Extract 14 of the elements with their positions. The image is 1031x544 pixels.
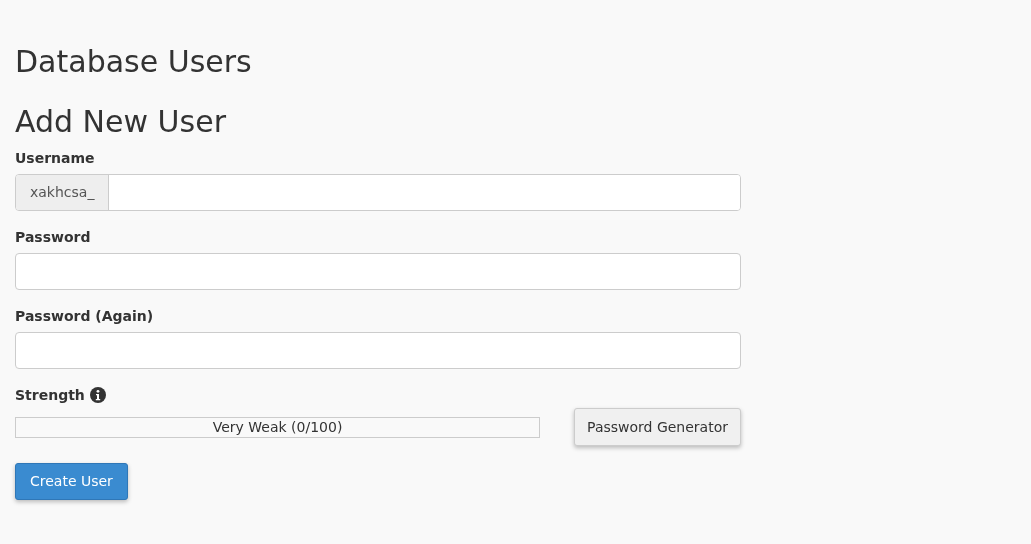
field-label: Strength (15, 385, 85, 405)
password-field[interactable] (15, 332, 741, 369)
field-label: Username (15, 149, 96, 168)
username-prefix: xakhcsa_ (16, 175, 110, 210)
field-label: Password (15, 228, 92, 247)
info-icon[interactable] (89, 387, 106, 403)
password-generator-button[interactable]: Password Generator (574, 408, 741, 446)
strength-reading: Very Weak (0/100) (212, 417, 343, 437)
password-field[interactable] (15, 253, 741, 290)
section-heading: Add New User (15, 103, 227, 141)
field-label: Password (Again) (15, 307, 155, 326)
username-field[interactable]: xakhcsa_ (15, 174, 741, 211)
create-user-button[interactable]: Create User (15, 463, 128, 500)
page-heading: Database Users (15, 43, 253, 81)
